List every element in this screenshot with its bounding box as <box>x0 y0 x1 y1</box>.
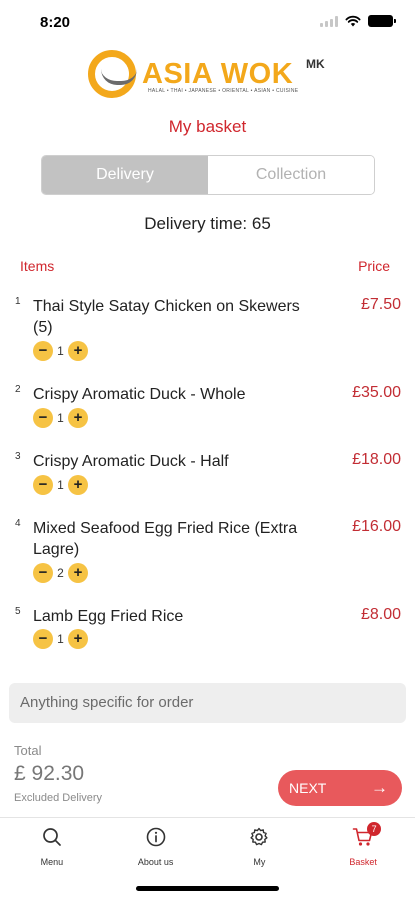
decrease-quantity-button[interactable]: − <box>33 408 53 428</box>
battery-icon <box>368 15 396 27</box>
item-price: £16.00 <box>352 518 401 535</box>
page-title: My basket <box>168 117 247 136</box>
decrease-quantity-button[interactable]: − <box>33 563 53 583</box>
quantity-value: 1 <box>57 411 64 425</box>
quantity-stepper: − 1 + <box>33 475 88 495</box>
quantity-stepper: − 1 + <box>33 629 88 649</box>
decrease-quantity-button[interactable]: − <box>33 475 53 495</box>
tab-my[interactable]: My <box>208 818 312 869</box>
tab-label: Menu <box>40 857 64 867</box>
arrow-right-icon: → <box>371 778 388 797</box>
logo-suffix: MK <box>306 57 325 71</box>
item-name: Crispy Aromatic Duck - Half <box>33 453 229 470</box>
item-price: £7.50 <box>360 296 401 313</box>
delivery-option[interactable]: Delivery <box>42 156 208 194</box>
quantity-stepper: − 2 + <box>33 563 88 583</box>
item-price: £8.00 <box>360 606 401 623</box>
item-number: 1 <box>15 296 21 307</box>
item-number: 2 <box>15 384 21 395</box>
item-price: £35.00 <box>352 384 401 401</box>
cart-count-badge: 7 <box>367 822 382 836</box>
quantity-value: 1 <box>57 478 64 492</box>
item-number: 5 <box>15 606 21 617</box>
collection-option[interactable]: Collection <box>208 156 374 194</box>
tab-menu[interactable]: Menu <box>0 818 104 869</box>
quantity-value: 1 <box>57 632 64 646</box>
item-number: 4 <box>15 518 21 529</box>
price-header: Price <box>358 258 390 274</box>
cart-icon-wrap: 7 <box>352 822 382 848</box>
status-icons <box>320 15 396 27</box>
order-notes-input[interactable]: Anything specific for order <box>9 683 406 723</box>
increase-quantity-button[interactable]: + <box>68 563 88 583</box>
signal-icon <box>320 15 338 27</box>
items-header: Items <box>20 258 55 274</box>
delivery-time: Delivery time: 65 <box>144 214 271 233</box>
info-icon <box>146 827 165 847</box>
order-type-toggle: Delivery Collection <box>41 155 375 195</box>
tab-label: About us <box>137 857 174 867</box>
status-time: 8:20 <box>40 14 71 31</box>
next-button-label: NEXT <box>289 780 327 796</box>
tab-label: My <box>253 857 266 867</box>
brand-logo: ASIA WOK MK HALAL • THAI • JAPANESE • OR… <box>88 50 328 100</box>
wok-logo-icon <box>88 50 137 98</box>
total-value: £ 92.30 <box>14 762 85 785</box>
item-name: Mixed Seafood Egg Fried Rice (Extra Lagr… <box>33 520 298 558</box>
next-button[interactable]: NEXT → <box>278 770 402 806</box>
increase-quantity-button[interactable]: + <box>68 341 88 361</box>
tab-bar: Menu About us My 7 Basket <box>0 817 415 869</box>
gear-icon <box>250 827 268 846</box>
tab-label: Basket <box>349 857 377 867</box>
home-indicator <box>136 886 279 891</box>
wifi-icon <box>345 15 361 27</box>
increase-quantity-button[interactable]: + <box>68 475 88 495</box>
item-name: Crispy Aromatic Duck - Whole <box>33 386 246 403</box>
decrease-quantity-button[interactable]: − <box>33 341 53 361</box>
item-price: £18.00 <box>352 451 401 468</box>
quantity-stepper: − 1 + <box>33 408 88 428</box>
quantity-stepper: − 1 + <box>33 341 88 361</box>
item-name: Lamb Egg Fried Rice <box>33 608 184 625</box>
item-number: 3 <box>15 451 21 462</box>
item-name: Thai Style Satay Chicken on Skewers (5) <box>33 298 300 336</box>
increase-quantity-button[interactable]: + <box>68 408 88 428</box>
tab-basket[interactable]: 7 Basket <box>311 818 415 869</box>
quantity-value: 1 <box>57 344 64 358</box>
search-icon <box>43 828 61 846</box>
status-bar: 8:20 <box>0 0 415 44</box>
decrease-quantity-button[interactable]: − <box>33 629 53 649</box>
total-label: Total <box>14 743 42 758</box>
quantity-value: 2 <box>57 566 64 580</box>
increase-quantity-button[interactable]: + <box>68 629 88 649</box>
logo-brand: ASIA WOK <box>142 58 294 90</box>
logo-tagline: HALAL • THAI • JAPANESE • ORIENTAL • ASI… <box>148 88 299 94</box>
tab-about-us[interactable]: About us <box>104 818 208 869</box>
total-note: Excluded Delivery <box>14 792 103 804</box>
